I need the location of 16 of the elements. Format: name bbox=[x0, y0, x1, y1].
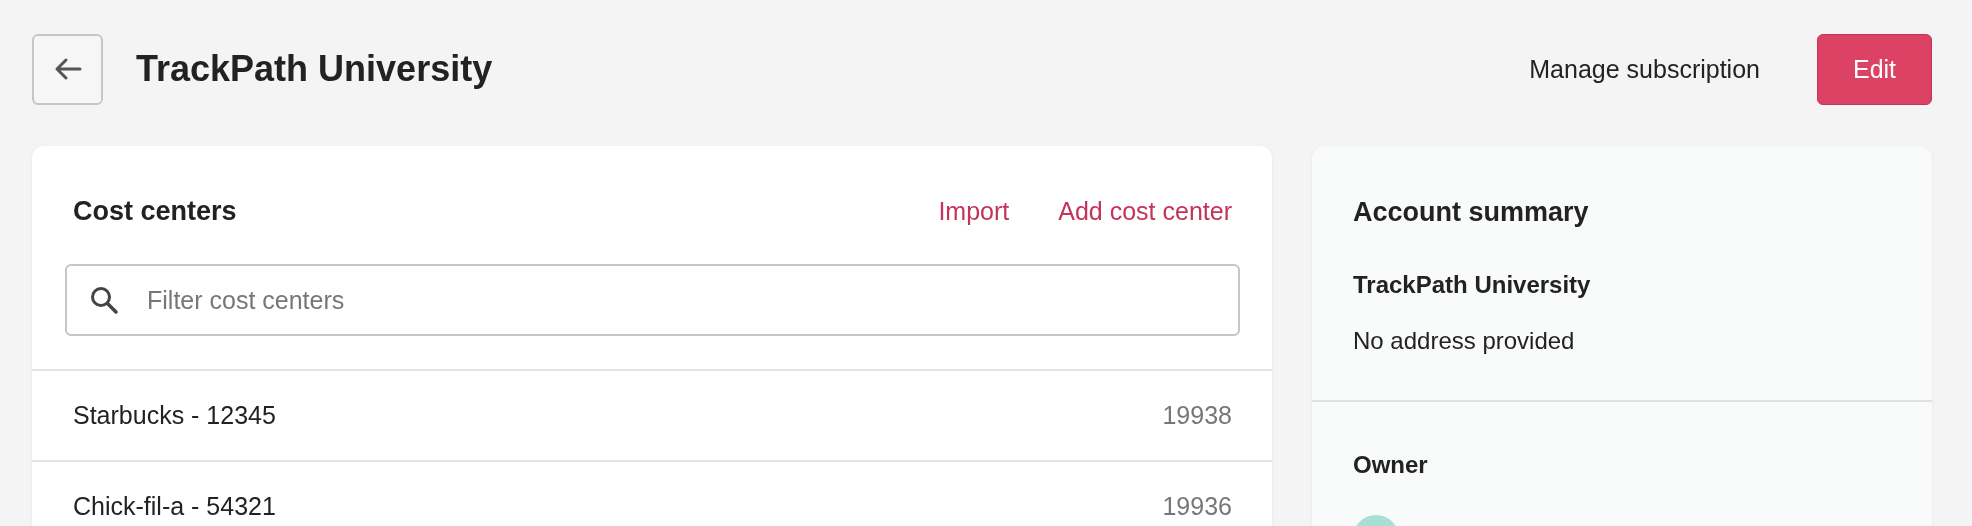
back-button[interactable] bbox=[32, 33, 103, 105]
card-title: Cost centers bbox=[73, 195, 237, 227]
cost-center-name[interactable]: Starbucks - 12345 bbox=[73, 401, 276, 430]
page-title: TrackPath University bbox=[136, 48, 493, 90]
cost-center-name[interactable]: Chick-fil-a - 54321 bbox=[73, 492, 276, 521]
search-field[interactable]: Filter cost centers bbox=[65, 264, 1240, 336]
action-link[interactable]: Add cost center bbox=[1058, 196, 1232, 226]
cost-center-number: 19936 bbox=[1162, 492, 1232, 521]
action-link[interactable]: Import bbox=[938, 196, 1010, 226]
edit-button[interactable]: Edit bbox=[1817, 33, 1932, 105]
address-text: No address provided bbox=[1353, 327, 1576, 355]
owner-label: Owner bbox=[1353, 451, 1429, 479]
organization-name: TrackPath University bbox=[1353, 271, 1592, 299]
cost-center-number: 19938 bbox=[1162, 401, 1232, 430]
manage-subscription-link[interactable]: Manage subscription bbox=[1529, 54, 1760, 84]
card-title: Account summary bbox=[1353, 197, 1590, 228]
